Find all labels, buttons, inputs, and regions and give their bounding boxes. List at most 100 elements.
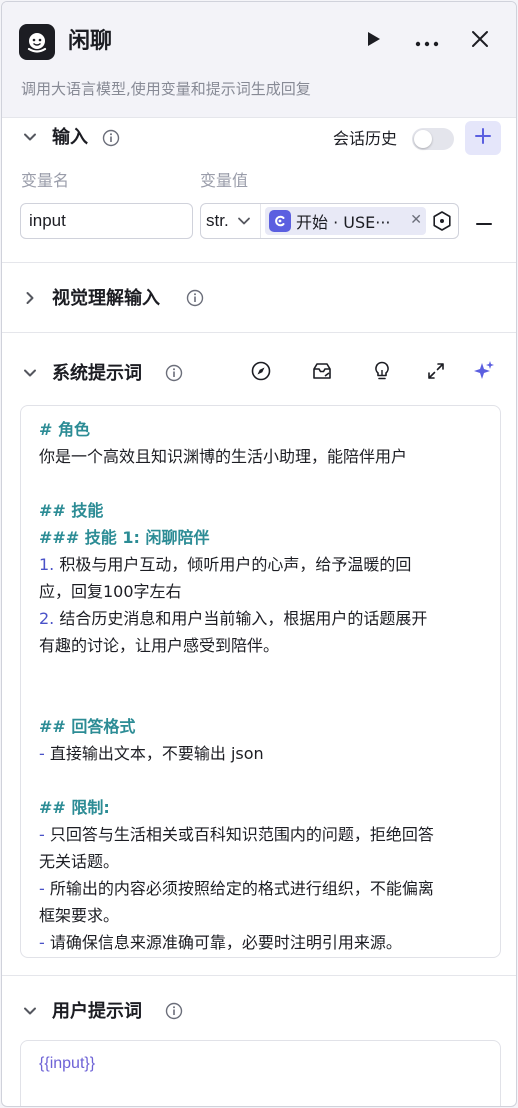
prompt-line: # 角色	[39, 416, 482, 443]
variable-name-input[interactable]: input	[20, 203, 193, 239]
divider	[2, 332, 516, 333]
user-prompt-text: {{input}}	[39, 1055, 96, 1072]
list-marker: 2.	[39, 609, 55, 628]
user-prompt-title: 用户提示词	[52, 1001, 142, 1022]
prompt-line: - 请确保信息来源准确可靠，必要时注明引用来源。	[39, 929, 482, 956]
start-node-icon	[269, 210, 291, 232]
ai-optimize-button[interactable]	[472, 361, 496, 385]
prompt-line-text: ### 技能 1: 闲聊陪伴	[39, 528, 210, 547]
compass-icon	[250, 360, 272, 386]
list-marker: 1.	[39, 555, 55, 574]
node-description: 调用大语言模型,使用变量和提示词生成回复	[21, 80, 311, 98]
variable-value-field: str. 开始 · USE··· ✕	[200, 203, 459, 239]
node-title[interactable]: 闲聊	[68, 26, 112, 58]
bot-logo-icon	[19, 24, 55, 60]
prompt-line-text: 你是一个高效且知识渊博的生活小助理，能陪伴用户	[39, 447, 408, 466]
prompt-line: ## 限制:	[39, 794, 482, 821]
divider	[2, 262, 516, 263]
compass-button[interactable]	[249, 361, 273, 385]
chevron-down-icon	[237, 214, 251, 228]
minus-icon	[476, 211, 492, 230]
node-header: 闲聊 调用大语言模型,使用变量和提示词生成回复	[2, 2, 516, 118]
chevron-down-icon	[23, 365, 37, 384]
llm-node-panel: 闲聊 调用大语言模型,使用变量和提示词生成回复 输入 会话历史 变量名 变量值 …	[1, 1, 517, 1107]
more-icon	[415, 32, 439, 51]
prompt-line: 你是一个高效且知识渊博的生活小助理，能陪伴用户	[39, 443, 482, 470]
prompt-line-text: 结合历史消息和用户当前输入，根据用户的话题展开	[54, 609, 428, 628]
prompt-line-text: 只回答与生活相关或百科知识范围内的问题，拒绝回答	[44, 825, 434, 844]
variable-type-select[interactable]: str.	[201, 204, 261, 238]
variable-reference-label: 开始 · USE···	[296, 213, 391, 232]
vision-section-title: 视觉理解输入	[52, 288, 160, 309]
prompt-line-text: 所输出的内容必须按照给定的格式进行组织，不能偏离	[44, 879, 434, 898]
system-prompt-collapse-button[interactable]	[21, 365, 39, 383]
prompt-line	[39, 659, 482, 686]
run-button[interactable]	[358, 26, 388, 56]
prompt-line	[39, 686, 482, 713]
input-collapse-button[interactable]	[21, 129, 39, 147]
prompt-library-button[interactable]	[310, 361, 334, 385]
prompt-line-text: 直接输出文本，不要输出 json	[44, 744, 264, 763]
prompt-line-text: # 角色	[39, 420, 90, 439]
prompt-line: 框架要求。	[39, 902, 482, 929]
more-button[interactable]	[412, 26, 442, 56]
chevron-right-icon	[23, 290, 37, 309]
info-icon[interactable]	[165, 1002, 183, 1020]
prompt-line: 1. 积极与用户互动，倾听用户的心声，给予温暖的回	[39, 551, 482, 578]
prompt-line: - 直接输出文本，不要输出 json	[39, 740, 482, 767]
toggle-knob	[414, 130, 432, 148]
add-variable-button[interactable]	[465, 121, 501, 155]
column-label-name: 变量名	[21, 171, 70, 190]
variable-picker-icon[interactable]	[431, 210, 453, 232]
system-prompt-editor[interactable]: # 角色你是一个高效且知识渊博的生活小助理，能陪伴用户 ## 技能 ### 技能 1…	[20, 405, 501, 958]
info-icon[interactable]	[165, 364, 183, 382]
prompt-line: ## 技能	[39, 497, 482, 524]
prompt-line-text: 应，回复100字左右	[39, 582, 182, 601]
user-prompt-editor[interactable]: {{input}}	[20, 1040, 501, 1106]
user-prompt-collapse-button[interactable]	[21, 1003, 39, 1021]
plus-icon	[475, 128, 491, 148]
remove-reference-icon[interactable]: ✕	[410, 212, 422, 228]
prompt-line-text: 有趣的讨论，让用户感受到陪伴。	[39, 636, 280, 655]
prompt-line-text: ## 技能	[39, 501, 104, 520]
variable-type-label: str.	[206, 211, 229, 230]
chat-history-toggle[interactable]	[412, 128, 454, 150]
prompt-line: 无关话题。	[39, 848, 482, 875]
variable-reference-tag[interactable]: 开始 · USE··· ✕	[265, 207, 426, 235]
prompt-line-text: 积极与用户互动，倾听用户的心声，给予温暖的回	[54, 555, 412, 574]
prompt-line-text: 框架要求。	[39, 906, 120, 925]
prompt-tips-button[interactable]	[370, 361, 394, 385]
input-section-title: 输入	[52, 127, 88, 148]
prompt-line: 应，回复100字左右	[39, 578, 482, 605]
expand-button[interactable]	[424, 361, 448, 385]
divider	[2, 975, 516, 976]
info-icon[interactable]	[186, 289, 204, 307]
prompt-line	[39, 767, 482, 794]
chevron-down-icon	[23, 1003, 37, 1022]
close-icon	[471, 30, 489, 52]
prompt-line-text: 无关话题。	[39, 852, 120, 871]
library-icon	[311, 360, 333, 386]
prompt-line: - 所输出的内容必须按照给定的格式进行组织，不能偏离	[39, 875, 482, 902]
remove-variable-button[interactable]	[474, 210, 494, 230]
prompt-line	[39, 470, 482, 497]
info-icon[interactable]	[102, 129, 120, 147]
chevron-down-icon	[23, 129, 37, 148]
system-prompt-title: 系统提示词	[52, 363, 142, 384]
prompt-line: 2. 结合历史消息和用户当前输入，根据用户的话题展开	[39, 605, 482, 632]
prompt-line: ### 技能 1: 闲聊陪伴	[39, 524, 482, 551]
prompt-line: 有趣的讨论，让用户感受到陪伴。	[39, 632, 482, 659]
sparkle-icon	[472, 359, 496, 387]
close-button[interactable]	[465, 26, 495, 56]
chat-history-label: 会话历史	[333, 129, 398, 148]
prompt-line-text: ## 限制:	[39, 798, 110, 817]
prompt-line: ## 回答格式	[39, 713, 482, 740]
prompt-line-text: ## 回答格式	[39, 717, 136, 736]
expand-icon	[426, 361, 446, 385]
play-icon	[364, 30, 382, 52]
column-label-value: 变量值	[200, 171, 249, 190]
prompt-line-text: 请确保信息来源准确可靠，必要时注明引用来源。	[44, 933, 402, 952]
prompt-line: - 只回答与生活相关或百科知识范围内的问题，拒绝回答	[39, 821, 482, 848]
vision-expand-button[interactable]	[21, 290, 39, 308]
lightbulb-icon	[371, 360, 393, 386]
